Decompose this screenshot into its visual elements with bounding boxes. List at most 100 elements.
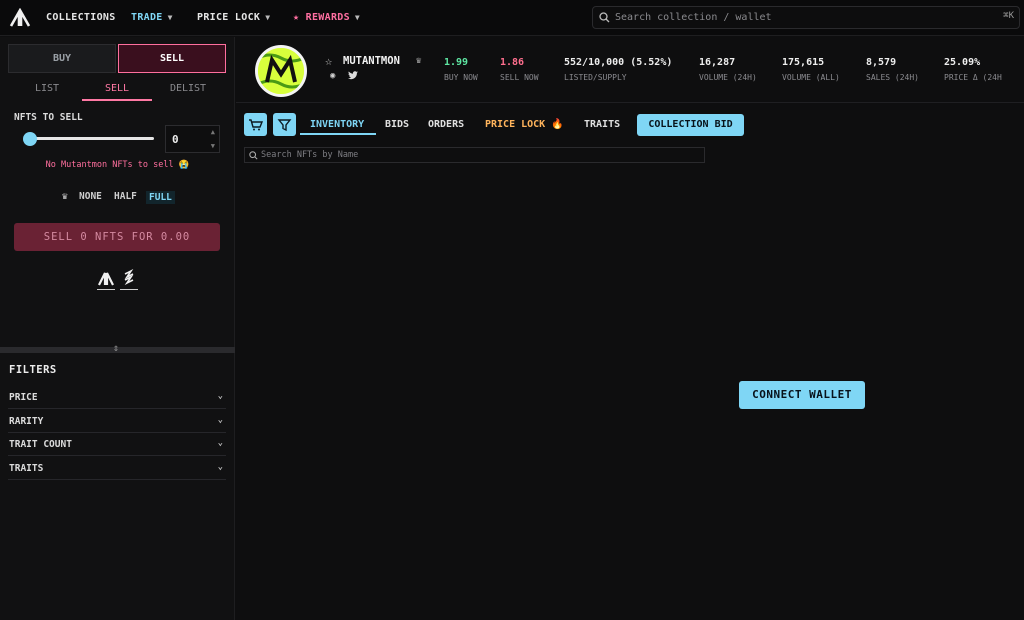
active-tab-indicator <box>82 99 152 101</box>
resize-handle-icon[interactable]: ⇕ <box>113 343 119 354</box>
global-search-input[interactable] <box>615 10 975 25</box>
stat-label: BUY NOW <box>444 73 478 82</box>
stat-value: 8,579 <box>866 57 897 68</box>
nfts-to-sell-label: NFTS TO SELL <box>14 112 83 123</box>
nft-search-input[interactable] <box>261 149 691 161</box>
chevron-down-icon: ▼ <box>354 13 361 22</box>
sweep-half[interactable]: HALF <box>114 191 137 202</box>
sweep-full[interactable]: FULL <box>146 191 175 204</box>
stat-price-change: 25.09% PRICE Δ (24H <box>944 57 1002 82</box>
nft-search[interactable] <box>244 147 705 163</box>
crown-icon: ♛ <box>62 191 68 202</box>
top-navigation: COLLECTIONS TRADE ▼ PRICE LOCK ▼ ★ REWARDS… <box>0 0 1024 36</box>
filter-trait-count[interactable]: TRAIT COUNT ⌄ <box>8 433 226 456</box>
buy-button[interactable]: BUY <box>8 44 116 73</box>
nft-count-value: 0 <box>172 133 179 146</box>
search-icon <box>599 12 610 23</box>
stat-label: LISTED/SUPPLY <box>564 73 627 82</box>
tab-traits[interactable]: TRAITS <box>584 119 620 130</box>
filter-rarity-label: RARITY <box>9 416 44 427</box>
sell-button[interactable]: SELL <box>118 44 226 73</box>
active-tab-indicator <box>300 133 376 135</box>
stat-label: VOLUME (ALL) <box>782 73 840 82</box>
filter-price-label: PRICE <box>9 392 38 403</box>
stat-label: PRICE Δ (24H <box>944 73 1002 82</box>
stat-value: 25.09% <box>944 57 981 68</box>
globe-icon[interactable]: ◉ <box>330 71 335 81</box>
nav-trade-label: TRADE <box>131 12 163 23</box>
stat-volume-all: 175,615 VOLUME (ALL) <box>782 57 840 82</box>
nav-rewards[interactable]: ★ REWARDS ▼ <box>293 12 360 23</box>
filter-icon <box>277 119 292 132</box>
filter-traits[interactable]: TRAITS ⌄ <box>8 457 226 480</box>
search-shortcut: ⌘K <box>1003 11 1014 21</box>
favorite-star-icon[interactable]: ☆ <box>325 54 332 68</box>
nav-price-lock-label: PRICE LOCK <box>197 12 261 23</box>
chevron-down-icon: ▼ <box>265 13 271 22</box>
trade-panel: BUY SELL LIST SELL DELIST NFTS TO SELL 0… <box>0 37 235 620</box>
nav-trade[interactable]: TRADE ▼ <box>131 12 173 23</box>
tensor-logo-icon[interactable] <box>97 269 115 287</box>
collection-bid-button[interactable]: COLLECTION BID <box>637 114 744 136</box>
tab-orders[interactable]: ORDERS <box>428 119 464 130</box>
stat-label: VOLUME (24H) <box>699 73 757 82</box>
stat-value: 552/10,000 (5.52%) <box>564 57 673 68</box>
underline <box>120 289 138 290</box>
tab-bids[interactable]: BIDS <box>385 119 409 130</box>
nft-count-slider[interactable] <box>26 137 154 140</box>
search-icon <box>249 151 258 160</box>
global-search[interactable]: ⌘K <box>592 6 1020 29</box>
stat-sales-24h: 8,579 SALES (24H) <box>866 57 919 82</box>
nav-collections-label: COLLECTIONS <box>46 12 116 23</box>
sweep-none[interactable]: NONE <box>79 191 102 202</box>
stat-listed-supply: 552/10,000 (5.52%) LISTED/SUPPLY <box>564 57 672 82</box>
chevron-down-icon: ⌄ <box>217 438 223 448</box>
crown-icon: ♛ <box>416 56 422 66</box>
mutantmon-logo-icon <box>258 48 304 94</box>
tab-inventory[interactable]: INVENTORY <box>310 119 364 130</box>
stat-label: SALES (24H) <box>866 73 919 82</box>
buy-sell-toggle: BUY SELL <box>8 44 226 73</box>
chevron-down-icon: ▼ <box>167 13 173 22</box>
decrement-icon[interactable]: ▼ <box>211 142 215 150</box>
filter-rarity[interactable]: RARITY ⌄ <box>8 410 226 433</box>
collection-name: MUTANTMON <box>343 55 400 67</box>
filter-trait-count-label: TRAIT COUNT <box>9 439 72 450</box>
slider-handle[interactable] <box>23 132 37 146</box>
header-divider <box>236 102 1024 103</box>
filters-title: FILTERS <box>9 364 57 376</box>
stat-buy-now: 1.99 BUY NOW <box>444 57 478 82</box>
chevron-down-icon: ⌄ <box>217 462 223 472</box>
filter-traits-label: TRAITS <box>9 463 44 474</box>
tab-price-lock[interactable]: PRICE LOCK 🔥 <box>485 119 564 130</box>
sell-nfts-button[interactable]: SELL 0 NFTS FOR 0.00 <box>14 223 220 251</box>
tab-delist[interactable]: DELIST <box>160 83 216 101</box>
empty-message: No Mutantmon NFTs to sell 😭 <box>45 160 190 170</box>
collection-avatar <box>255 45 307 97</box>
stat-value: 1.99 <box>444 57 469 68</box>
filter-button[interactable] <box>273 113 296 136</box>
nav-price-lock[interactable]: PRICE LOCK ▼ <box>197 12 270 23</box>
underline <box>97 289 115 290</box>
stat-value: 16,287 <box>699 57 736 68</box>
increment-icon[interactable]: ▲ <box>211 128 215 136</box>
stat-value: 175,615 <box>782 57 825 68</box>
magic-eden-logo-icon[interactable] <box>120 269 138 287</box>
twitter-icon[interactable] <box>348 71 358 80</box>
tab-list[interactable]: LIST <box>20 83 74 101</box>
chevron-down-icon: ⌄ <box>217 391 223 401</box>
nav-collections[interactable]: COLLECTIONS <box>46 12 116 23</box>
logo-icon[interactable] <box>9 8 31 28</box>
filter-price[interactable]: PRICE ⌄ <box>8 386 226 409</box>
stat-volume-24h: 16,287 VOLUME (24H) <box>699 57 757 82</box>
connect-wallet-button[interactable]: CONNECT WALLET <box>739 381 865 409</box>
nav-rewards-label: REWARDS <box>305 12 350 23</box>
star-icon: ★ <box>293 12 300 23</box>
stat-sell-now: 1.86 SELL NOW <box>500 57 539 82</box>
chevron-down-icon: ⌄ <box>217 415 223 425</box>
cart-button[interactable] <box>244 113 267 136</box>
stat-label: SELL NOW <box>500 73 539 82</box>
cart-icon <box>249 119 264 131</box>
stat-value: 1.86 <box>500 57 525 68</box>
nft-count-input[interactable]: 0 ▲ ▼ <box>165 125 220 153</box>
